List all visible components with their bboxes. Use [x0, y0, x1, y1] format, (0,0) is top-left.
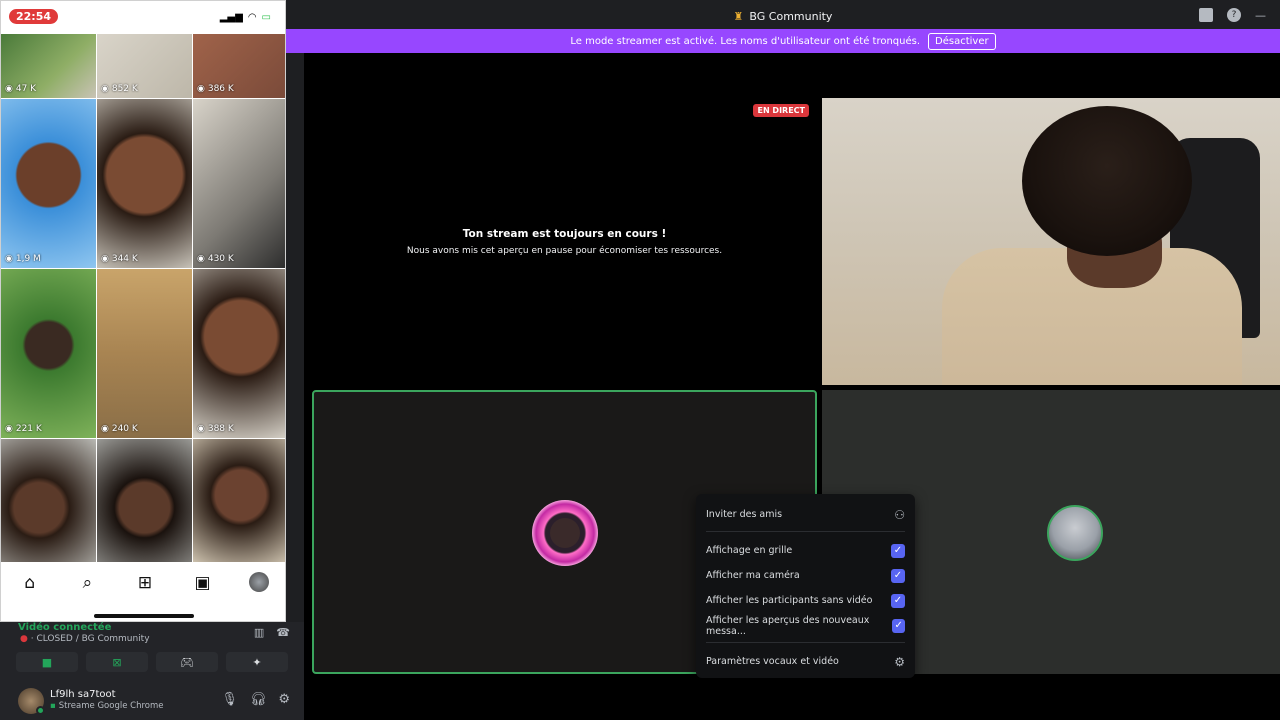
- server-icon: ♜: [733, 9, 744, 23]
- menu-item-show-non-video[interactable]: Afficher les participants sans vidéo ✓: [706, 588, 905, 613]
- phone-nav-bar: ⌂ ⌕ ⊞ ▣: [1, 562, 285, 621]
- user-panel: Lf9lh sa7toot ▪ Streame Google Chrome 🎙︎…: [0, 680, 304, 720]
- participant-avatar: [532, 500, 598, 566]
- stream-tile[interactable]: EN DIRECT Ton stream est toujours en cou…: [312, 98, 817, 385]
- activity-button[interactable]: 🎮︎: [156, 652, 218, 672]
- phone-overlay: 22:54 ▂▄▆ ◠ ▭ ◉ 47 K ◉ 852 K ◉ 386 K ◉ 1,9 M…: [0, 0, 286, 622]
- video-thumb[interactable]: ◉ 240 K: [97, 269, 192, 438]
- video-thumb[interactable]: ◉ 852 K: [97, 34, 192, 98]
- checkbox-checked-icon[interactable]: ✓: [892, 618, 905, 633]
- video-thumb[interactable]: ◉ 344 K: [97, 99, 192, 268]
- battery-icon: ▭: [261, 12, 271, 23]
- voice-connection-panel: Vidéo connectée ● · CLOSED / BG Communit…: [0, 622, 304, 680]
- eye-icon: ◉: [197, 254, 205, 264]
- stream-subtext: Nous avons mis cet aperçu en pause pour …: [406, 246, 723, 256]
- streaming-icon: ▪: [50, 701, 56, 711]
- home-indicator: [94, 614, 194, 618]
- live-badge: EN DIRECT: [753, 104, 809, 117]
- streamer-mode-banner: Le mode streamer est activé. Les noms d'…: [286, 29, 1280, 53]
- headphones-icon[interactable]: 🎧︎: [250, 692, 267, 707]
- gear-icon: ⚙: [894, 654, 905, 669]
- title-bar: ♜ BG Community ? —: [286, 0, 1280, 32]
- signal-icon: ▂▄▆: [219, 12, 243, 23]
- noise-suppression-icon[interactable]: ▥: [254, 626, 264, 639]
- minimize-icon[interactable]: —: [1255, 9, 1266, 22]
- checkbox-checked-icon[interactable]: ✓: [891, 593, 905, 608]
- server-strip: [286, 53, 304, 720]
- call-context-menu: Inviter des amis ⚇ Affichage en grille ✓…: [696, 494, 915, 678]
- participant-avatar: [1047, 505, 1103, 561]
- voice-channel[interactable]: ● · CLOSED / BG Community: [20, 634, 150, 644]
- eye-icon: ◉: [101, 84, 109, 94]
- phone-status-bar: 22:54 ▂▄▆ ◠ ▭: [1, 1, 285, 34]
- stream-heading: Ton stream est toujours en cours !: [462, 228, 667, 240]
- user-name: Lf9lh sa7toot: [50, 689, 116, 700]
- menu-item-message-previews[interactable]: Afficher les aperçus des nouveaux messa.…: [706, 613, 905, 638]
- screen-share-button[interactable]: ⊠: [86, 652, 148, 672]
- video-thumb[interactable]: ◉ 47 K: [1, 34, 96, 98]
- eye-icon: ◉: [101, 254, 109, 264]
- eye-icon: ◉: [5, 424, 13, 434]
- camera-button[interactable]: ■: [16, 652, 78, 672]
- screen-share-icon[interactable]: [1199, 8, 1213, 22]
- status-dot-icon: ●: [20, 634, 28, 644]
- eye-icon: ◉: [5, 254, 13, 264]
- disable-streamer-mode-button[interactable]: Désactiver: [928, 32, 996, 50]
- banner-text: Le mode streamer est activé. Les noms d'…: [570, 35, 921, 47]
- checkbox-checked-icon[interactable]: ✓: [891, 543, 905, 558]
- reels-icon[interactable]: ▣: [192, 572, 214, 594]
- gear-icon[interactable]: ⚙: [278, 692, 290, 707]
- online-status-icon: [36, 706, 45, 715]
- video-thumb[interactable]: ◉ 1,9 M: [1, 99, 96, 268]
- video-thumb[interactable]: ◉ 388 K: [193, 269, 285, 438]
- add-friend-icon: ⚇: [894, 507, 905, 522]
- profile-avatar[interactable]: [249, 572, 270, 592]
- checkbox-checked-icon[interactable]: ✓: [891, 568, 905, 583]
- menu-item-grid-view[interactable]: Affichage en grille ✓: [706, 538, 905, 563]
- phone-time: 22:54: [9, 9, 59, 24]
- eye-icon: ◉: [101, 424, 109, 434]
- menu-item-invite[interactable]: Inviter des amis ⚇: [706, 502, 905, 527]
- video-thumb[interactable]: ◉ 430 K: [193, 99, 285, 268]
- menu-item-voice-settings[interactable]: Paramètres vocaux et vidéo ⚙: [706, 649, 905, 674]
- eye-icon: ◉: [197, 424, 205, 434]
- video-thumb[interactable]: [97, 439, 192, 564]
- discord-app: ♜ BG Community ? — Le mode streamer est …: [0, 0, 1280, 720]
- video-thumb[interactable]: [193, 439, 285, 564]
- eye-icon: ◉: [197, 84, 205, 94]
- microphone-icon[interactable]: 🎙︎: [221, 692, 238, 707]
- camera-tile[interactable]: [822, 98, 1280, 385]
- home-icon[interactable]: ⌂: [19, 572, 41, 594]
- person-hair-image: [1022, 106, 1192, 256]
- menu-item-show-camera[interactable]: Afficher ma caméra ✓: [706, 563, 905, 588]
- search-icon[interactable]: ⌕: [76, 572, 98, 594]
- add-post-icon[interactable]: ⊞: [134, 572, 156, 594]
- wifi-icon: ◠: [247, 12, 257, 23]
- disconnect-icon[interactable]: ☎: [276, 626, 290, 639]
- window-title: BG Community: [749, 9, 833, 23]
- help-icon[interactable]: ?: [1227, 8, 1241, 22]
- video-grid: ◉ 47 K ◉ 852 K ◉ 386 K ◉ 1,9 M ◉ 344 K ◉ 430 K…: [1, 34, 285, 564]
- video-thumb[interactable]: ◉ 386 K: [193, 34, 285, 98]
- video-thumb[interactable]: [1, 439, 96, 564]
- eye-icon: ◉: [5, 84, 13, 94]
- voice-status: Vidéo connectée: [18, 622, 112, 633]
- soundboard-button[interactable]: ✦: [226, 652, 288, 672]
- user-activity: Streame Google Chrome: [58, 701, 164, 711]
- video-thumb[interactable]: ◉ 221 K: [1, 269, 96, 438]
